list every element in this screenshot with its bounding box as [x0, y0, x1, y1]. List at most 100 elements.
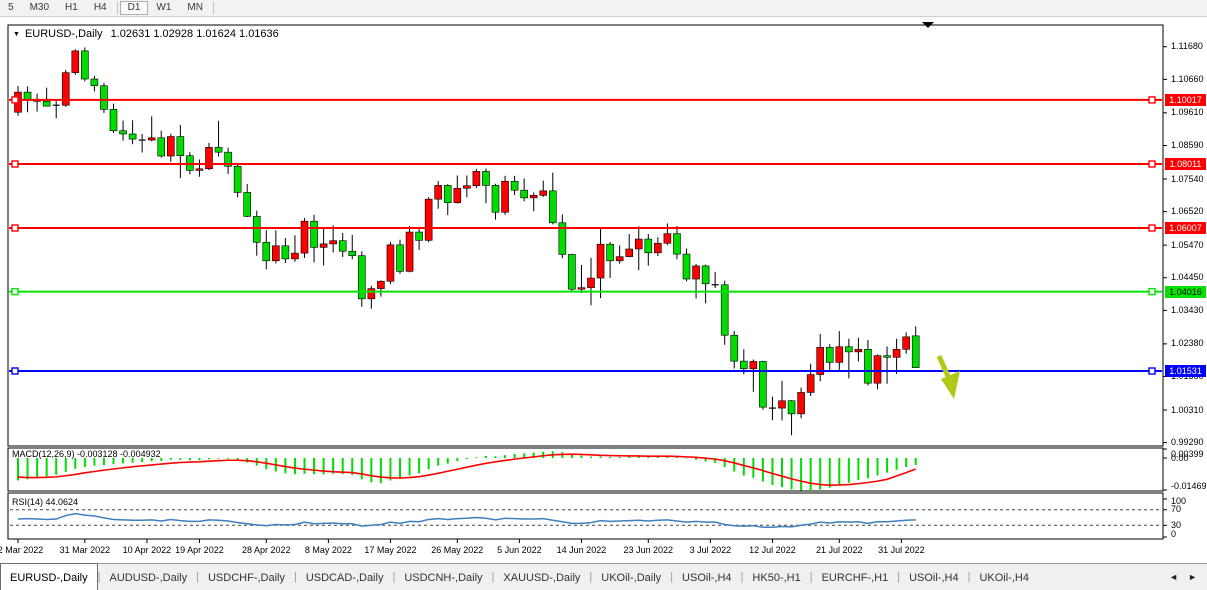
tab-usdcnh-daily[interactable]: USDCNH-,Daily	[395, 564, 491, 590]
macd-scale-label: 0.00	[1171, 453, 1189, 464]
candle-body	[779, 401, 786, 408]
candle	[425, 197, 432, 242]
tab-ukoil-h4[interactable]: UKOil-,H4	[970, 564, 1038, 590]
candle-body	[607, 244, 614, 261]
tab-usoil-h4[interactable]: USOil-,H4	[673, 564, 741, 590]
candle-body	[530, 195, 537, 198]
ohlc-values: 1.02631 1.02928 1.01624 1.01636	[111, 28, 279, 40]
price-level-badge: 1.08011	[1165, 158, 1206, 170]
date-label: 3 Jul 2022	[690, 545, 732, 555]
date-axis: 22 Mar 202231 Mar 202210 Apr 202219 Apr …	[0, 543, 1163, 559]
price-tick-label: 1.03430	[1171, 305, 1204, 316]
candle-body	[72, 51, 79, 73]
candle-body	[616, 257, 623, 261]
candle-body	[320, 244, 327, 248]
candle-body	[177, 137, 184, 156]
candle-body	[100, 86, 107, 110]
candle	[397, 240, 404, 274]
candle-body	[397, 245, 404, 272]
candle-body	[110, 109, 117, 130]
candle	[568, 254, 575, 293]
candle	[301, 218, 308, 258]
candle	[387, 242, 394, 284]
tab-xauusd-daily[interactable]: XAUUSD-,Daily	[494, 564, 589, 590]
tab-usdchf-daily[interactable]: USDCHF-,Daily	[199, 564, 294, 590]
candle-body	[492, 185, 499, 212]
candle-body	[549, 191, 556, 223]
tab-hk50-h1[interactable]: HK50-,H1	[743, 564, 809, 590]
candle-body	[196, 169, 203, 171]
tab-ukoil-daily[interactable]: UKOil-,Daily	[592, 564, 670, 590]
tab-usoil-h4[interactable]: USOil-,H4	[900, 564, 968, 590]
line-anchor-handle	[12, 97, 18, 103]
line-anchor-handle	[1149, 368, 1155, 374]
symbol-tab-bar: EURUSD-,Daily|AUDUSD-,Daily|USDCHF-,Dail…	[0, 563, 1207, 590]
candle	[721, 281, 728, 345]
rsi-scale-label: 0	[1171, 529, 1176, 540]
date-label: 19 Apr 2022	[175, 545, 224, 555]
date-label: 8 May 2022	[305, 545, 352, 555]
candle-body	[339, 241, 346, 252]
candle-body	[435, 185, 442, 199]
tab-scroll-arrows: ◄►	[1159, 564, 1207, 590]
candle-body	[425, 199, 432, 240]
candle	[798, 388, 805, 419]
rsi-indicator-label: RSI(14) 44.0624	[12, 497, 78, 507]
tab-usdcad-daily[interactable]: USDCAD-,Daily	[297, 564, 393, 590]
line-anchor-handle	[12, 289, 18, 295]
candle-body	[167, 137, 174, 156]
candle-body	[282, 246, 289, 259]
symbol-dropdown-icon[interactable]: ▼	[13, 31, 20, 38]
candle-body	[597, 244, 604, 278]
candle-body	[368, 289, 375, 299]
candle-body	[444, 185, 451, 202]
candle-body	[120, 131, 127, 134]
line-anchor-handle	[1149, 161, 1155, 167]
candle	[72, 49, 79, 75]
tab-eurusd-daily[interactable]: EURUSD-,Daily	[0, 563, 98, 590]
candle-body	[635, 239, 642, 249]
price-level-badge: 1.01531	[1165, 365, 1206, 377]
candle	[473, 169, 480, 188]
candle-body	[502, 181, 509, 212]
candle-body	[349, 251, 356, 255]
candle-body	[664, 234, 671, 244]
candle-body	[234, 166, 241, 192]
line-anchor-handle	[1149, 225, 1155, 231]
tab-audusd-daily[interactable]: AUDUSD-,Daily	[100, 564, 196, 590]
candle-body	[912, 336, 919, 368]
candle-body	[540, 191, 547, 195]
chart-canvas	[0, 0, 1207, 563]
candle-body	[740, 361, 747, 369]
price-tick-label: 1.07540	[1171, 174, 1204, 185]
line-anchor-handle	[1149, 289, 1155, 295]
candle	[100, 83, 107, 113]
candle-body	[311, 221, 318, 247]
candle-body	[759, 361, 766, 407]
tab-scroll-left-icon[interactable]: ◄	[1169, 572, 1178, 582]
price-tick-label: 1.10660	[1171, 74, 1204, 85]
tab-eurchf-h1[interactable]: EURCHF-,H1	[813, 564, 898, 590]
candle-body	[903, 337, 910, 349]
price-tick-label: 1.09610	[1171, 107, 1204, 118]
candle-body	[454, 188, 461, 202]
candle	[406, 226, 413, 272]
candle-body	[645, 239, 652, 253]
candle-body	[377, 281, 384, 288]
line-anchor-handle	[12, 161, 18, 167]
candle-body	[81, 51, 88, 79]
price-tick-label: 1.11680	[1171, 41, 1203, 52]
candle-body	[406, 232, 413, 271]
rsi-scale-label: 70	[1171, 504, 1181, 515]
price-tick-label: 1.02380	[1171, 338, 1204, 349]
date-label: 17 May 2022	[364, 545, 416, 555]
date-label: 31 Jul 2022	[878, 545, 925, 555]
price-tick-label: 1.06520	[1171, 206, 1204, 217]
tab-scroll-right-icon[interactable]: ►	[1188, 572, 1197, 582]
candle-body	[731, 335, 738, 361]
candle-body	[836, 347, 843, 363]
date-label: 28 Apr 2022	[242, 545, 291, 555]
candle-body	[387, 245, 394, 281]
candle-body	[845, 347, 852, 352]
candle-body	[330, 241, 337, 244]
